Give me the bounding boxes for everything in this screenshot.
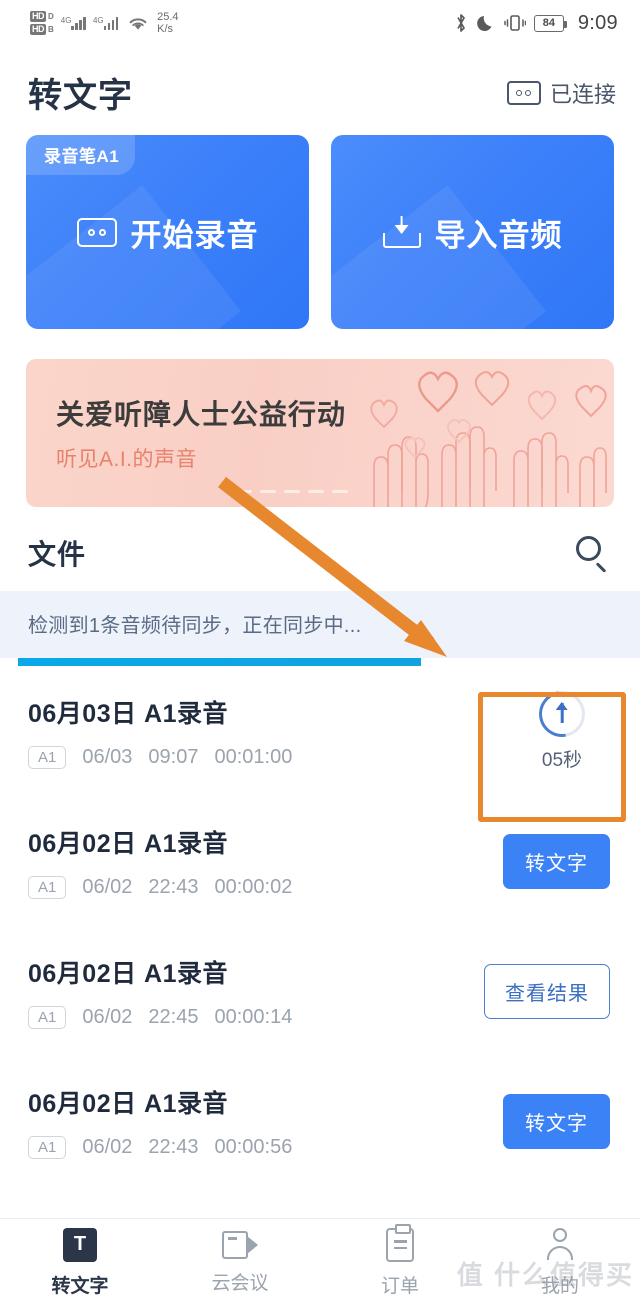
charity-banner[interactable]: 关爱听障人士公益行动 听见A.I.的声音	[26, 359, 614, 507]
file-meta: A1 06/02 22:43 00:00:56	[28, 1135, 293, 1159]
import-audio-label: 导入音频	[434, 217, 563, 253]
upload-progress-indicator[interactable]: 05秒	[514, 681, 610, 772]
convert-to-text-button[interactable]: 转文字	[503, 1093, 610, 1149]
connection-status-label: 已连接	[549, 81, 616, 107]
do-not-disturb-icon	[476, 16, 492, 31]
file-duration: 00:00:56	[214, 1135, 293, 1158]
table-row[interactable]: 06月02日 A1录音 A1 06/02 22:43 00:00:56 转文字	[0, 1056, 640, 1186]
file-meta: A1 06/02 22:45 00:00:14	[28, 1005, 293, 1029]
sync-status-message: 检测到1条音频待同步，正在同步中...	[28, 615, 362, 637]
file-time: 22:43	[148, 875, 199, 898]
file-title: 06月03日 A1录音	[28, 699, 229, 728]
speed-value: 25.4	[157, 11, 179, 23]
battery-icon: 84	[533, 14, 567, 32]
upload-arrow-icon	[529, 681, 595, 746]
device-tag: A1	[28, 1005, 67, 1029]
sync-status-bar: 检测到1条音频待同步，正在同步中...	[0, 591, 640, 658]
file-title: 06月02日 A1录音	[28, 1089, 229, 1118]
video-meeting-icon	[222, 1230, 258, 1259]
import-audio-icon	[382, 216, 421, 248]
table-row[interactable]: 06月03日 A1录音 A1 06/03 09:07 00:01:00 05秒	[0, 666, 640, 796]
file-date: 06/03	[82, 745, 133, 768]
status-bar-left: HD D HD B 4G 4G 25.4 K/s	[30, 11, 179, 35]
upload-remaining-label: 05秒	[541, 749, 583, 771]
wifi-icon	[129, 17, 147, 30]
search-icon[interactable]	[576, 536, 610, 573]
file-date: 06/02	[82, 1135, 133, 1158]
connection-status[interactable]: 已连接	[506, 77, 616, 109]
banner-dots	[236, 490, 348, 493]
bottom-tab-bar: T 转文字 云会议 订单 我的	[0, 1218, 640, 1306]
start-recording-card[interactable]: 录音笔A1 开始录音	[26, 135, 309, 329]
sync-progress-track	[0, 658, 640, 666]
file-title: 06月02日 A1录音	[28, 959, 229, 988]
device-badge: 录音笔A1	[26, 135, 136, 175]
clock: 9:09	[577, 11, 618, 34]
file-duration: 00:01:00	[214, 745, 293, 768]
hd-label-1: HD	[30, 11, 46, 22]
tab-label: 我的	[540, 1275, 579, 1297]
action-cards: 录音笔A1 开始录音 导入音频	[0, 135, 640, 329]
file-meta: A1 06/02 22:43 00:00:02	[28, 875, 293, 899]
file-meta: A1 06/03 09:07 00:01:00	[28, 745, 293, 769]
start-recording-content: 开始录音	[76, 210, 259, 255]
tab-convert-text[interactable]: T 转文字	[0, 1227, 160, 1298]
file-time: 22:45	[148, 1005, 199, 1028]
file-duration: 00:00:02	[214, 875, 293, 898]
vibrate-icon	[504, 15, 526, 31]
device-tag: A1	[28, 875, 67, 899]
device-tag: A1	[28, 745, 67, 769]
signal-bars-icon-1: 4G	[61, 16, 86, 30]
app-root: HD D HD B 4G 4G 25.4 K/s 84 9:09 转文字 已连接…	[0, 0, 640, 1306]
file-time: 09:07	[148, 745, 199, 768]
network-speed: 25.4 K/s	[157, 11, 178, 35]
signal-bars-icon-2: 4G	[92, 16, 119, 30]
page-title: 转文字	[28, 77, 133, 115]
view-result-button[interactable]: 查看结果	[484, 963, 610, 1019]
file-info: 06月02日 A1录音 A1 06/02 22:45 00:00:14	[28, 954, 292, 1029]
user-profile-icon	[544, 1227, 576, 1262]
file-title: 06月02日 A1录音	[28, 829, 229, 858]
status-bar: HD D HD B 4G 4G 25.4 K/s 84 9:09	[0, 0, 640, 46]
tab-profile[interactable]: 我的	[480, 1227, 640, 1298]
table-row[interactable]: 06月02日 A1录音 A1 06/02 22:45 00:00:14 查看结果	[0, 926, 640, 1056]
file-duration: 00:00:14	[214, 1005, 293, 1028]
file-info: 06月02日 A1录音 A1 06/02 22:43 00:00:56	[28, 1084, 292, 1159]
network-type-label-2: 4G	[92, 16, 104, 25]
file-date: 06/02	[82, 875, 133, 898]
cassette-icon	[76, 217, 117, 247]
order-clipboard-icon	[386, 1223, 414, 1262]
file-time: 22:43	[148, 1135, 199, 1158]
page-header: 转文字 已连接	[0, 46, 640, 135]
file-date: 06/02	[82, 1005, 133, 1028]
files-section-title: 文件	[28, 539, 87, 570]
table-row[interactable]: 06月02日 A1录音 A1 06/02 22:43 00:00:02 转文字	[0, 796, 640, 926]
convert-to-text-button[interactable]: 转文字	[503, 833, 610, 889]
text-convert-icon: T	[63, 1227, 97, 1262]
hd-volte-icon: HD D HD B	[30, 11, 54, 35]
tab-label: 订单	[380, 1275, 419, 1297]
file-list: 06月03日 A1录音 A1 06/03 09:07 00:01:00 05秒 …	[0, 666, 640, 1186]
status-bar-right: 84 9:09	[453, 12, 618, 35]
bluetooth-icon	[457, 14, 465, 32]
tab-label: 转文字	[51, 1275, 109, 1297]
import-audio-card[interactable]: 导入音频	[331, 135, 614, 329]
hands-hearts-illustration	[370, 371, 607, 507]
network-type-label-1: 4G	[60, 16, 72, 25]
start-recording-label: 开始录音	[130, 217, 259, 253]
speed-unit: K/s	[157, 23, 174, 35]
tab-label: 云会议	[211, 1272, 269, 1294]
tab-orders[interactable]: 订单	[320, 1223, 480, 1298]
import-audio-content: 导入音频	[382, 210, 563, 255]
hd-label-2: HD	[30, 24, 46, 35]
file-info: 06月02日 A1录音 A1 06/02 22:43 00:00:02	[28, 824, 292, 899]
file-info: 06月03日 A1录音 A1 06/03 09:07 00:01:00	[28, 694, 292, 769]
device-tag: A1	[28, 1135, 67, 1159]
recorder-icon	[506, 80, 541, 105]
sync-progress-fill	[18, 658, 422, 666]
tab-cloud-meeting[interactable]: 云会议	[160, 1230, 320, 1295]
files-header: 文件	[0, 507, 640, 591]
